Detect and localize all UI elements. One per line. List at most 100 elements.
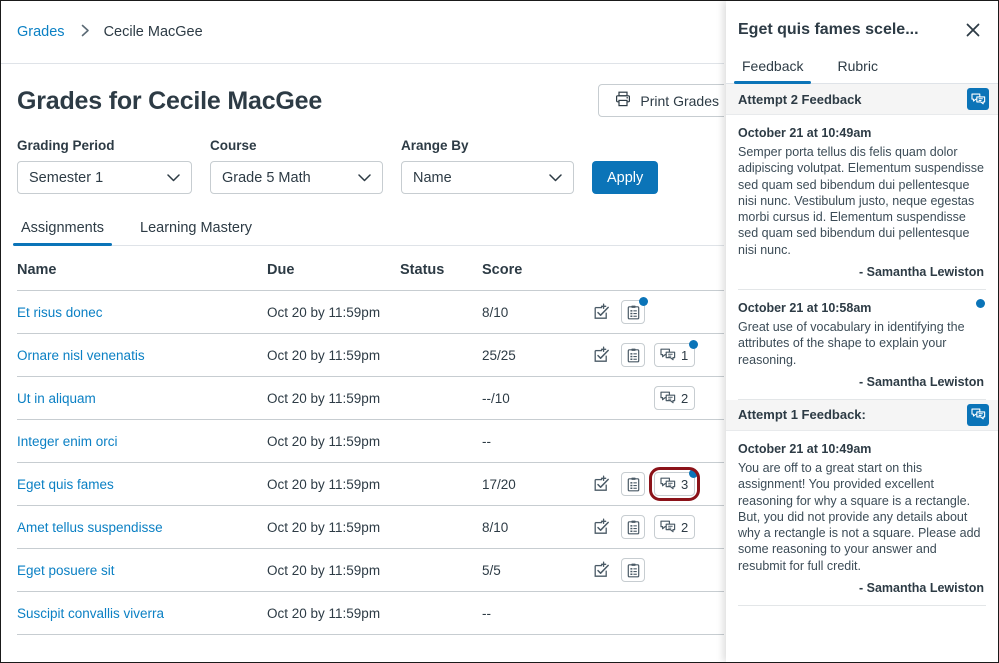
cell-name: Eget quis fames <box>17 462 267 506</box>
breadcrumb-link-grades[interactable]: Grades <box>17 24 65 40</box>
cell-due: Oct 20 by 11:59pm <box>267 462 400 506</box>
course-select[interactable]: Grade 5 Math <box>210 161 383 194</box>
cell-status <box>400 462 482 506</box>
score-details-icon[interactable] <box>592 517 612 537</box>
cell-name: Suscipit convallis viverra <box>17 591 267 635</box>
arrange-by-value: Name <box>413 169 452 186</box>
comment-body: You are off to a great start on this ass… <box>738 460 981 573</box>
attempt-header-label: Attempt 2 Feedback <box>738 91 862 107</box>
assignment-link[interactable]: Amet tellus suspendisse <box>17 520 163 535</box>
comment-icon <box>660 348 676 362</box>
comment-timestamp: October 21 at 10:49am <box>738 441 872 456</box>
cell-score: 8/10 <box>482 505 592 549</box>
score-details-icon[interactable] <box>592 560 612 580</box>
arrange-by-select[interactable]: Name <box>401 161 574 194</box>
cell-name: Et risus donec <box>17 290 267 334</box>
assignment-link[interactable]: Integer enim orci <box>17 434 118 449</box>
cell-status <box>400 290 482 334</box>
comment-icon[interactable] <box>967 88 989 110</box>
table-row: Ut in aliquam Oct 20 by 11:59pm --/10 2 <box>17 376 724 420</box>
tab-feedback[interactable]: Feedback <box>733 58 813 84</box>
arrange-by-label: Arange By <box>401 138 469 153</box>
icon-spacer <box>592 388 612 408</box>
cell-score: 17/20 <box>482 462 592 506</box>
comments-button[interactable]: 1 <box>654 340 699 367</box>
unread-dot <box>639 297 648 306</box>
assignment-link[interactable]: Suscipit convallis viverra <box>17 606 164 621</box>
cell-due: Oct 20 by 11:59pm <box>267 376 400 420</box>
grades-table: Name Due Status Score Et risus donec Oct … <box>17 246 724 635</box>
icon-spacer <box>621 601 645 625</box>
attempt-header: Attempt 1 Feedback: <box>726 399 998 431</box>
comment-timestamp: October 21 at 10:58am <box>738 301 872 316</box>
apply-button[interactable]: Apply <box>592 161 659 194</box>
cell-due: Oct 20 by 11:59pm <box>267 290 400 334</box>
comments-count: 2 <box>681 390 689 406</box>
rubric-button[interactable] <box>621 297 648 324</box>
cell-actions: 3 <box>592 462 724 506</box>
comment-body: Great use of vocabulary in identifying t… <box>738 320 965 367</box>
cell-name: Ornare nisl venenatis <box>17 333 267 377</box>
icon-spacer <box>592 603 612 623</box>
table-row: Integer enim orci Oct 20 by 11:59pm -- <box>17 419 724 463</box>
unread-dot <box>689 469 699 478</box>
cell-score: 8/10 <box>482 290 592 334</box>
cell-score: -- <box>482 419 592 463</box>
cell-due: Oct 20 by 11:59pm <box>267 548 400 592</box>
score-details-icon[interactable] <box>592 345 612 365</box>
rubric-button[interactable] <box>621 343 645 367</box>
comment-icon <box>660 520 676 534</box>
rubric-button[interactable] <box>621 558 645 582</box>
comments-button[interactable]: 2 <box>654 515 696 539</box>
tab-rubric[interactable]: Rubric <box>833 58 881 83</box>
comments-button[interactable]: 3 <box>649 467 701 501</box>
breadcrumb-current: Cecile MacGee <box>103 24 203 40</box>
cell-due: Oct 20 by 11:59pm <box>267 333 400 377</box>
breadcrumb-chevron-icon <box>81 24 90 39</box>
comment-icon[interactable] <box>967 403 989 426</box>
assignment-link[interactable]: Et risus donec <box>17 305 103 320</box>
tab-assignments[interactable]: Assignments <box>12 220 113 246</box>
cell-status <box>400 548 482 592</box>
print-grades-label: Print Grades <box>640 92 719 109</box>
cell-score: 5/5 <box>482 548 592 592</box>
print-grades-button[interactable]: Print Grades <box>598 84 724 117</box>
column-header-actions <box>592 246 724 291</box>
comments-count: 2 <box>681 519 689 535</box>
cell-actions <box>592 290 724 334</box>
assignment-link[interactable]: Eget posuere sit <box>17 563 115 578</box>
chevron-down-icon <box>167 170 180 186</box>
comments-button[interactable]: 2 <box>654 386 696 410</box>
tray-tabs: Feedback Rubric <box>726 58 998 84</box>
attempt-header-label: Attempt 1 Feedback: <box>738 407 866 423</box>
comment-divider <box>738 605 986 607</box>
comment-icon <box>660 477 676 491</box>
tab-learning-mastery[interactable]: Learning Mastery <box>136 220 256 245</box>
assignment-link[interactable]: Eget quis fames <box>17 477 114 492</box>
cell-actions: 2 <box>592 505 724 549</box>
grading-period-label: Grading Period <box>17 138 115 153</box>
assignment-link[interactable]: Ornare nisl venenatis <box>17 348 145 363</box>
cell-status <box>400 419 482 463</box>
cell-status <box>400 591 482 635</box>
comments-count: 1 <box>681 347 689 363</box>
rubric-button[interactable] <box>621 515 645 539</box>
close-icon[interactable] <box>962 19 984 41</box>
filter-bar: Grading Period Semester 1 Course Grade 5… <box>17 138 724 194</box>
comment-timestamp: October 21 at 10:49am <box>738 126 872 140</box>
comment-author: - Samantha Lewiston <box>858 581 984 596</box>
cell-name: Ut in aliquam <box>17 376 267 420</box>
score-details-icon[interactable] <box>592 474 612 494</box>
chevron-down-icon <box>358 170 371 186</box>
rubric-button[interactable] <box>621 472 645 496</box>
feedback-comment: October 21 at 10:49am You are off to a gr… <box>726 431 998 595</box>
comment-author: - Samantha Lewiston <box>858 265 984 280</box>
cell-score: -- <box>482 591 592 635</box>
arrange-by-field: Arange By Name <box>401 138 574 194</box>
grading-period-select[interactable]: Semester 1 <box>17 161 192 194</box>
tray-body: Attempt 2 Feedback October 21 at 10:49am S… <box>726 84 998 607</box>
cell-due: Oct 20 by 11:59pm <box>267 505 400 549</box>
score-details-icon[interactable] <box>592 302 612 322</box>
cell-score: --/10 <box>482 376 592 420</box>
assignment-link[interactable]: Ut in aliquam <box>17 391 96 406</box>
